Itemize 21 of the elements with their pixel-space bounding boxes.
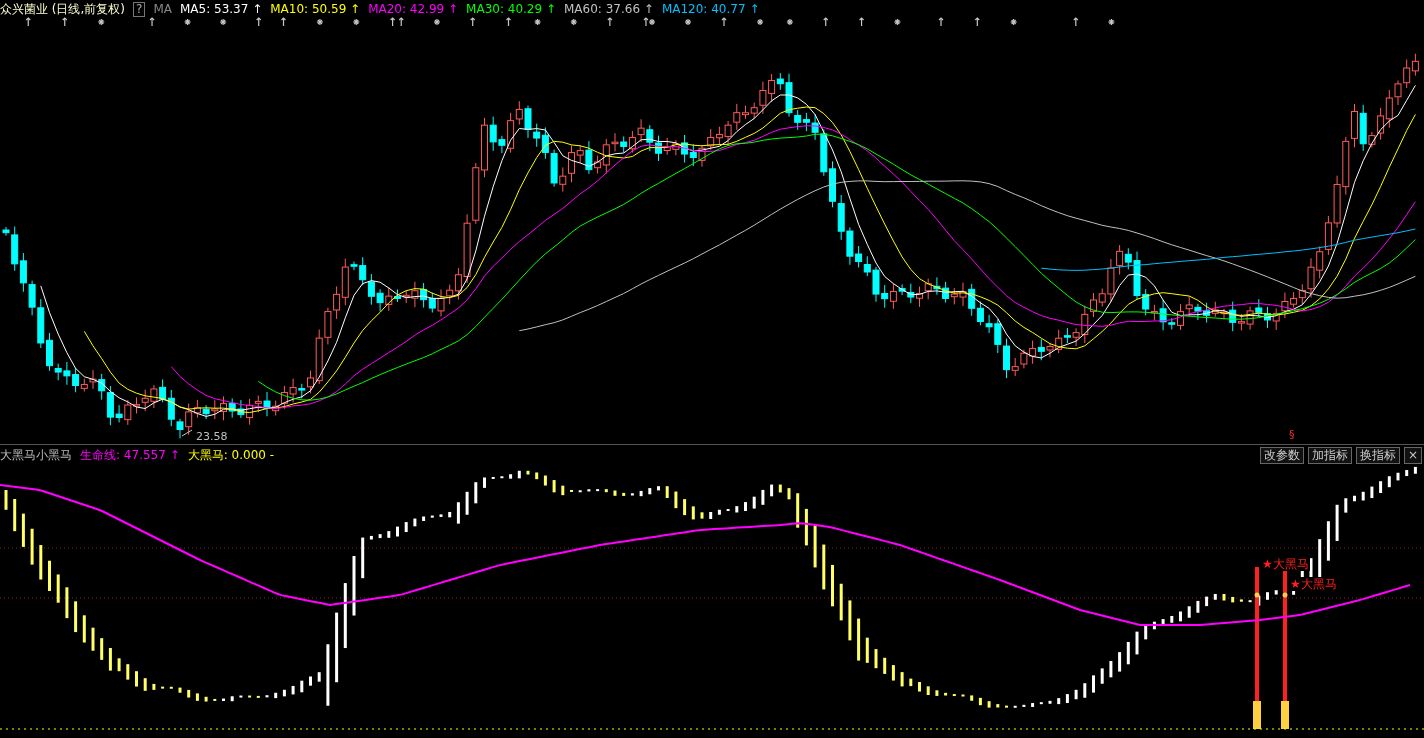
indicator-value: 大黑马: 0.000 - [187,446,275,464]
ma-value: MA10: 50.59 ↑ [270,2,361,16]
indicator-button[interactable]: 改参数 [1259,446,1304,464]
ma-value: MA5: 53.37 ↑ [179,2,263,16]
signal-mark: § [1289,429,1295,441]
help-button[interactable]: ? [133,1,146,17]
ma-value: MA120: 40.77 ↑ [661,2,760,16]
signal-label: ★大黑马 [1261,557,1310,571]
indicator-button[interactable]: 换指标 [1355,446,1400,464]
ma-value: MA60: 37.66 ↑ [564,2,654,16]
indicator-button[interactable]: 加指标 [1307,446,1352,464]
ma-value: MA30: 40.29 ↑ [466,2,556,16]
close-button[interactable]: × [1403,446,1422,464]
signal-label: ★大黑马 [1289,577,1338,591]
leader-line [181,429,193,437]
stock-title: 众兴菌业 (日线,前复权) [0,0,125,18]
low-price-label: 23.58 [196,431,228,443]
indicator-name: MA [153,2,172,16]
indicator-name: 大黑马小黑马 [0,446,72,464]
ma-value: MA20: 42.99 ↑ [368,2,459,16]
indicator-value: 生命线: 47.557 ↑ [80,446,180,464]
